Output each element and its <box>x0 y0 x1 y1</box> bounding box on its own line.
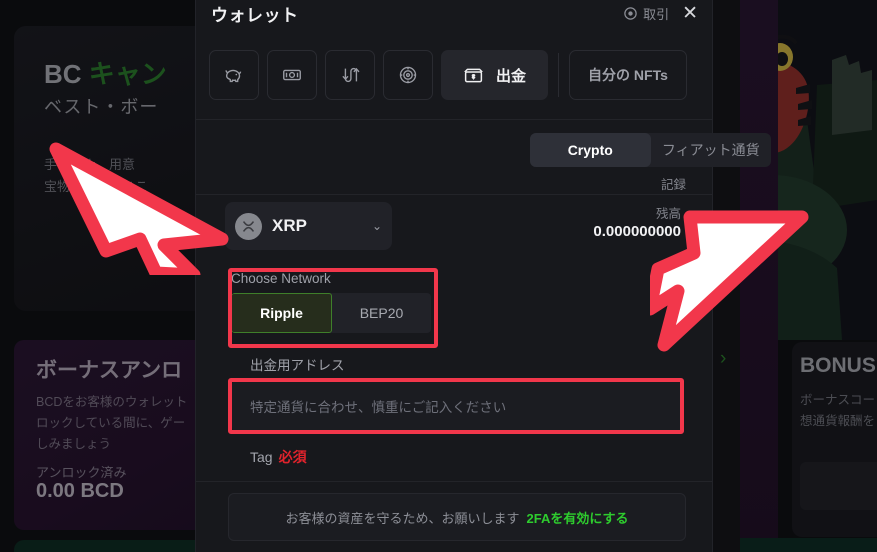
twofa-text: お客様の資産を守るため、お願いします <box>285 510 520 526</box>
network-label: Choose Network <box>231 271 331 286</box>
network-tabs: Ripple BEP20 <box>231 293 431 333</box>
tag-label-group: Tag 必須 <box>250 447 307 467</box>
tab-fiat[interactable]: フィアット通貨 <box>651 133 772 167</box>
address-input[interactable]: 特定通貨に合わせ、慎重にご記入ください <box>232 381 682 431</box>
balance-value: 0.000000000 <box>593 223 681 240</box>
twofa-link[interactable]: 2FAを有効にする <box>527 508 629 527</box>
modal-title: ウォレット <box>211 6 299 25</box>
coin-select[interactable]: XRP ⌄ <box>225 202 392 250</box>
swap-arrows-icon <box>342 67 360 83</box>
address-placeholder: 特定通貨に合わせ、慎重にご記入ください <box>250 400 507 415</box>
my-nfts-button[interactable]: 自分の NFTs <box>569 50 687 100</box>
rewards-button[interactable] <box>383 50 433 100</box>
tag-divider <box>196 481 712 482</box>
wallet-modal: ウォレット 取引 ✕ 出金 自分の NFTs Crypto フィアット通貨 記録… <box>196 0 771 552</box>
tab-crypto[interactable]: Crypto <box>530 133 651 167</box>
close-icon[interactable]: ✕ <box>678 2 702 25</box>
coin-selector-row: XRP ⌄ 残高 0.000000000 <box>225 196 683 258</box>
withdraw-cash-icon <box>464 68 483 82</box>
withdraw-label: 出金 <box>496 67 527 85</box>
tag-required-badge: 必須 <box>278 449 307 465</box>
wallet-tool-row: 出金 自分の NFTs <box>209 48 699 102</box>
toolbar-divider <box>558 53 560 97</box>
target-icon <box>399 66 417 84</box>
twofa-notice[interactable]: お客様の資産を守るため、お願いします 2FAを有効にする <box>228 493 686 541</box>
banknote-icon <box>283 69 301 81</box>
coin-symbol: XRP <box>272 216 307 235</box>
xrp-icon <box>235 212 262 240</box>
swap-button[interactable] <box>325 50 375 100</box>
address-label: 出金用アドレス <box>250 358 345 373</box>
header-divider <box>196 119 712 120</box>
piggy-bank-icon <box>225 69 242 83</box>
withdraw-button[interactable]: 出金 <box>441 50 549 100</box>
modal-header: ウォレット 取引 ✕ <box>196 0 712 44</box>
trade-label: 取引 <box>643 7 670 22</box>
currency-type-tabs: Crypto フィアット通貨 <box>530 133 771 167</box>
history-link[interactable]: 記録 <box>661 174 686 193</box>
balance-label: 残高 <box>655 207 681 221</box>
network-section: Choose Network Ripple BEP20 <box>231 271 431 333</box>
deposit-button[interactable] <box>209 50 259 100</box>
chevron-down-icon[interactable]: ⌄ <box>372 219 382 233</box>
network-option-ripple[interactable]: Ripple <box>231 293 332 333</box>
xrp-glyph-icon <box>242 220 255 232</box>
modal-header-actions: 取引 ✕ <box>623 2 702 25</box>
network-option-bep20[interactable]: BEP20 <box>332 293 431 333</box>
trade-button[interactable]: 取引 <box>623 4 669 23</box>
cash-button[interactable] <box>267 50 317 100</box>
trade-coin-icon <box>624 7 637 20</box>
tag-label: Tag <box>250 449 273 465</box>
tabs-divider <box>196 194 712 195</box>
